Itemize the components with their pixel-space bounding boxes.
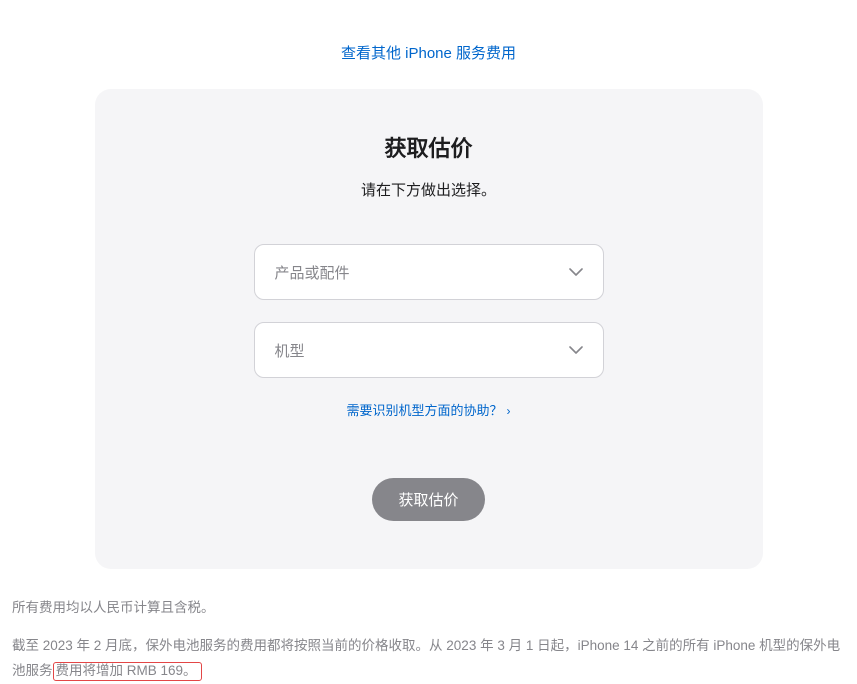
model-select[interactable]: 机型 (254, 322, 604, 378)
view-other-services-link[interactable]: 查看其他 iPhone 服务费用 (341, 45, 516, 62)
model-select-wrapper: 机型 (254, 322, 604, 378)
model-select-placeholder: 机型 (275, 340, 305, 361)
product-select[interactable]: 产品或配件 (254, 244, 604, 300)
card-subtitle: 请在下方做出选择。 (125, 179, 733, 200)
get-estimate-button[interactable]: 获取估价 (372, 478, 484, 521)
estimate-card: 获取估价 请在下方做出选择。 产品或配件 机型 需要识别机型方面的协助？› 获取 (95, 89, 763, 569)
card-title: 获取估价 (125, 131, 733, 163)
product-select-placeholder: 产品或配件 (275, 262, 350, 283)
chevron-right-icon: › (507, 404, 511, 418)
help-link-container: 需要识别机型方面的协助？ › (125, 400, 733, 420)
product-select-wrapper: 产品或配件 (254, 244, 604, 300)
footer-text: 所有费用均以人民币计算且含税。 截至 2023 年 2 月底，保外电池服务的费用… (0, 569, 857, 684)
identify-model-help-link[interactable]: 需要识别机型方面的协助？ › (346, 403, 510, 418)
top-link-container: 查看其他 iPhone 服务费用 (0, 0, 857, 89)
price-increase-highlight: 费用将增加 RMB 169。 (53, 662, 202, 681)
footer-line-1: 所有费用均以人民币计算且含税。 (12, 595, 845, 621)
chevron-down-icon (569, 263, 583, 281)
help-link-label: 需要识别机型方面的协助？ (346, 403, 502, 418)
footer-line-2: 截至 2023 年 2 月底，保外电池服务的费用都将按照当前的价格收取。从 20… (12, 633, 845, 684)
chevron-down-icon (569, 341, 583, 359)
